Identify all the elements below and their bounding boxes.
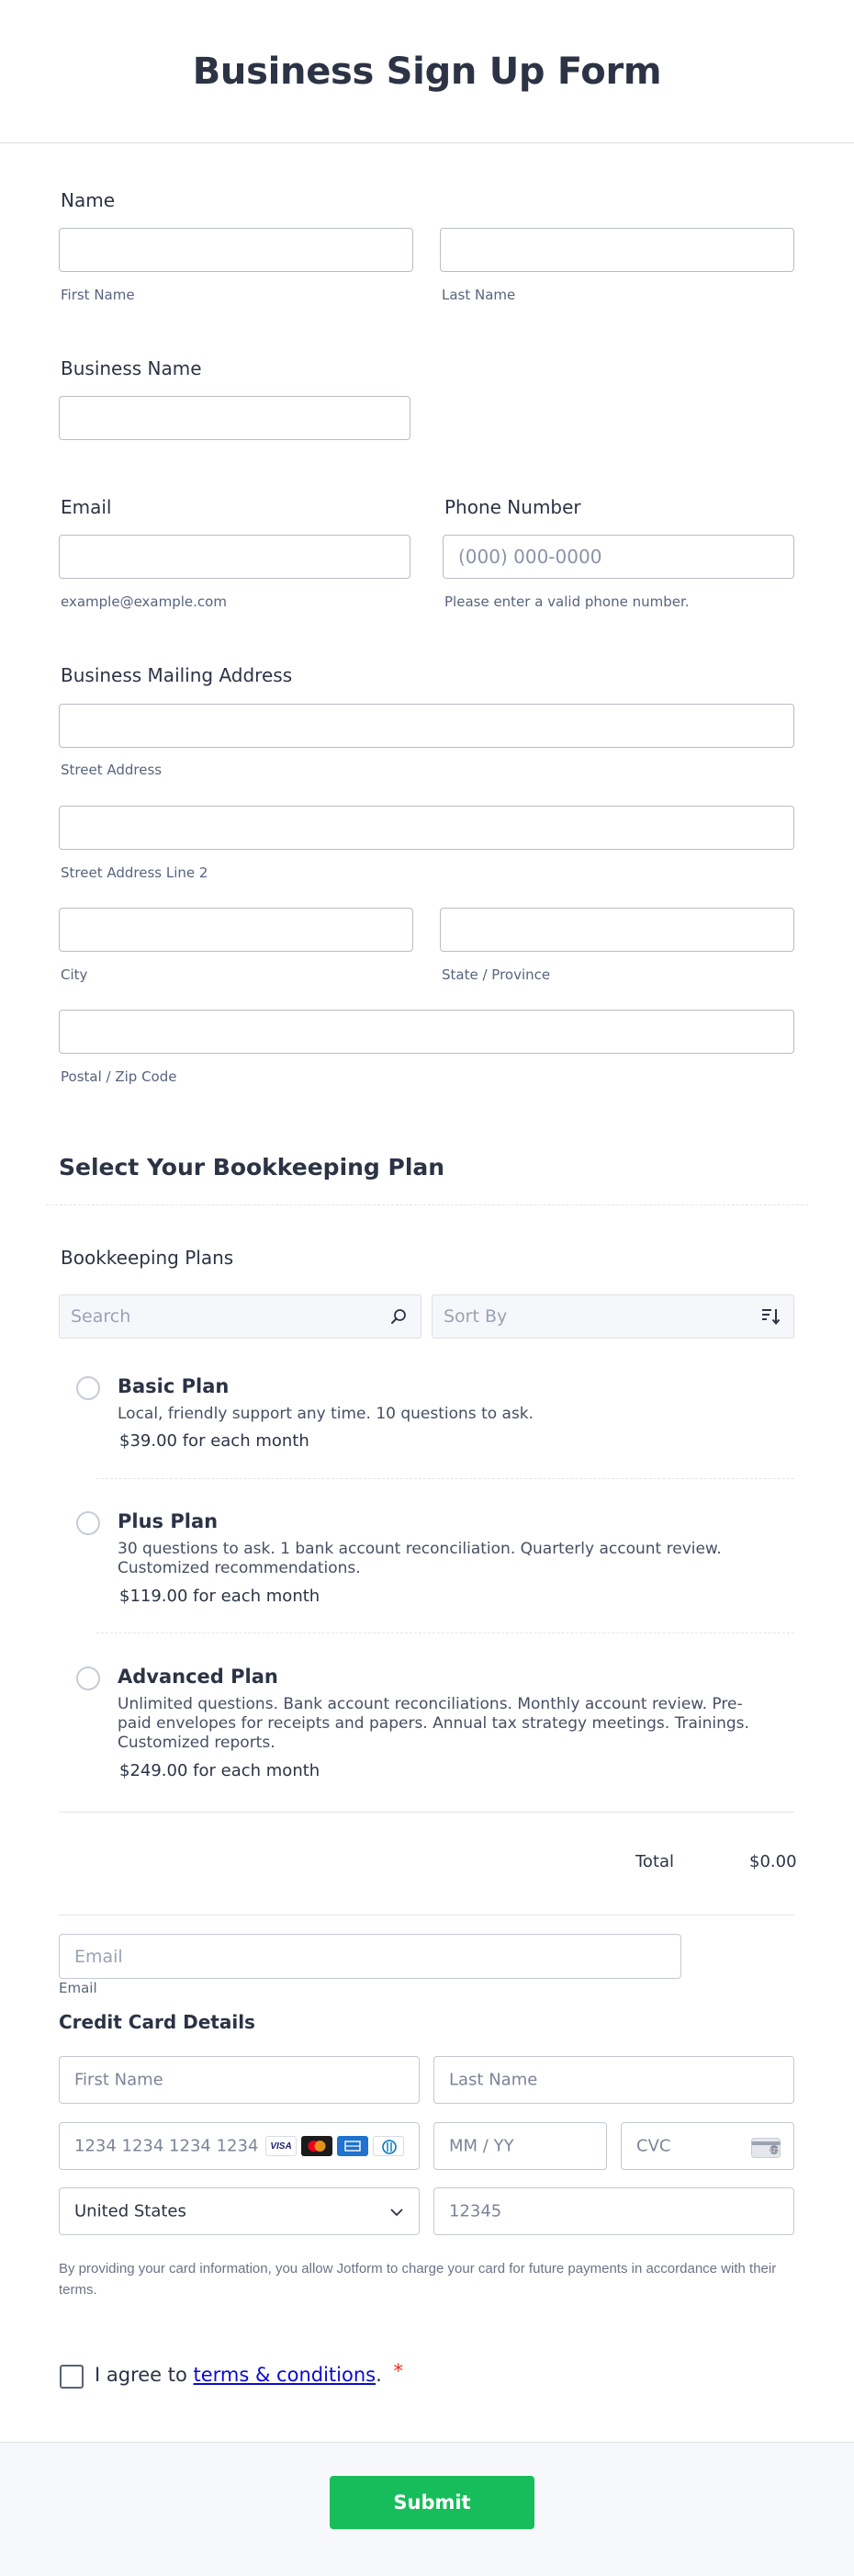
visa-icon: VISA	[265, 2136, 297, 2156]
mastercard-icon	[301, 2136, 332, 2156]
zip-code-input[interactable]	[59, 1010, 794, 1054]
card-first-name-input[interactable]: First Name	[59, 2056, 420, 2104]
state-input[interactable]	[440, 908, 794, 952]
plan-sort-select[interactable]: Sort By	[432, 1294, 794, 1339]
address-label: Business Mailing Address	[61, 664, 293, 686]
business-name-label: Business Name	[61, 357, 202, 379]
basic-plan-radio[interactable]	[76, 1376, 100, 1400]
advanced-plan-radio[interactable]	[76, 1666, 100, 1690]
submit-button[interactable]: Submit	[330, 2476, 534, 2529]
terms-checkbox[interactable]	[60, 2365, 84, 2389]
first-name-sublabel: First Name	[61, 287, 135, 303]
plus-plan-price: $119.00 for each month	[119, 1587, 320, 1606]
card-number-placeholder: 1234 1234 1234 1234	[74, 2136, 259, 2156]
phone-input[interactable]: (000) 000-0000	[443, 535, 794, 579]
card-last-name-placeholder: Last Name	[449, 2070, 538, 2090]
city-sublabel: City	[61, 966, 88, 983]
form-title: Business Sign Up Form	[192, 50, 662, 93]
search-icon	[391, 1309, 406, 1324]
form-header: Business Sign Up Form	[0, 0, 854, 143]
form-footer: Submit	[0, 2442, 854, 2576]
country-select[interactable]: United States	[59, 2187, 420, 2235]
advanced-plan-desc-line1: Unlimited questions. Bank account reconc…	[118, 1695, 743, 1713]
advanced-plan-name: Advanced Plan	[118, 1666, 278, 1688]
card-number-input[interactable]: 1234 1234 1234 1234 VISA	[59, 2122, 420, 2170]
city-input[interactable]	[59, 908, 413, 952]
total-label: Total	[635, 1852, 675, 1871]
plus-plan-radio[interactable]	[76, 1511, 100, 1535]
search-placeholder: Search	[71, 1306, 131, 1327]
advanced-plan-desc-line2: paid envelopes for receipts and papers. …	[118, 1714, 749, 1733]
payment-disclaimer: By providing your card information, you …	[59, 2258, 803, 2300]
state-sublabel: State / Province	[442, 966, 551, 983]
disclaimer-line1: By providing your card information, you …	[59, 2261, 777, 2277]
basic-plan-name: Basic Plan	[118, 1375, 230, 1397]
street-address-sublabel: Street Address	[61, 762, 163, 778]
section-divider	[46, 1204, 808, 1205]
payment-email-input[interactable]: Email	[59, 1934, 681, 1979]
last-name-input[interactable]	[440, 228, 794, 272]
business-name-input[interactable]	[59, 396, 410, 440]
card-cvc-input[interactable]: CVC 123	[621, 2122, 794, 2170]
first-name-input[interactable]	[59, 228, 413, 272]
cvc-card-icon: 123	[751, 2138, 781, 2158]
email-label: Email	[61, 496, 112, 518]
phone-sublabel: Please enter a valid phone number.	[444, 593, 690, 610]
card-zip-placeholder: 12345	[449, 2201, 502, 2221]
email-input[interactable]	[59, 535, 410, 579]
street-address-line2-sublabel: Street Address Line 2	[61, 864, 208, 881]
plus-plan-name: Plus Plan	[118, 1510, 219, 1532]
plus-plan-desc-line1: 30 questions to ask. 1 bank account reco…	[118, 1540, 722, 1558]
terms-suffix: .	[376, 2364, 382, 2386]
basic-plan-desc: Local, friendly support any time. 10 que…	[118, 1405, 534, 1423]
payment-email-placeholder: Email	[74, 1946, 123, 1967]
plus-plan-desc-line2: Customized recommendations.	[118, 1559, 361, 1577]
street-address-input[interactable]	[59, 704, 794, 748]
basic-plan-price: $39.00 for each month	[119, 1431, 309, 1451]
card-cvc-placeholder: CVC	[636, 2136, 671, 2156]
last-name-sublabel: Last Name	[442, 287, 516, 303]
total-value: $0.00	[749, 1852, 797, 1871]
card-expiry-placeholder: MM / YY	[449, 2136, 514, 2156]
card-last-name-input[interactable]: Last Name	[433, 2056, 794, 2104]
bookkeeping-plans-label: Bookkeeping Plans	[61, 1247, 234, 1269]
sort-placeholder: Sort By	[444, 1306, 508, 1327]
advanced-plan-price: $249.00 for each month	[119, 1761, 320, 1780]
street-address-line2-input[interactable]	[59, 806, 794, 850]
terms-link[interactable]: terms & conditions	[194, 2364, 376, 2386]
phone-placeholder: (000) 000-0000	[458, 546, 602, 568]
name-label: Name	[61, 189, 116, 211]
plan-section-title: Select Your Bookkeeping Plan	[59, 1154, 445, 1181]
credit-card-title: Credit Card Details	[59, 2011, 255, 2033]
required-mark: *	[393, 2360, 403, 2382]
chevron-down-icon	[390, 2209, 403, 2217]
country-value: United States	[74, 2201, 186, 2221]
diners-icon	[373, 2136, 404, 2156]
email-sublabel: example@example.com	[61, 593, 227, 610]
plan-divider	[96, 1478, 794, 1479]
payment-email-sublabel: Email	[59, 1980, 97, 1996]
card-zip-input[interactable]: 12345	[433, 2187, 794, 2235]
card-expiry-input[interactable]: MM / YY	[433, 2122, 607, 2170]
amex-icon	[337, 2136, 368, 2156]
terms-prefix: I agree to	[95, 2364, 194, 2386]
plan-search-input[interactable]: Search	[59, 1294, 421, 1339]
svg-text:123: 123	[769, 2148, 780, 2154]
total-divider-top	[59, 1812, 794, 1813]
advanced-plan-desc-line3: Customized reports.	[118, 1734, 275, 1752]
disclaimer-line2: terms.	[59, 2282, 97, 2298]
card-brand-icons: VISA	[265, 2136, 404, 2156]
card-first-name-placeholder: First Name	[74, 2070, 163, 2090]
phone-label: Phone Number	[444, 496, 581, 518]
zip-code-sublabel: Postal / Zip Code	[61, 1068, 177, 1085]
terms-label: I agree to terms & conditions. *	[95, 2360, 403, 2386]
sort-icon	[762, 1309, 781, 1326]
